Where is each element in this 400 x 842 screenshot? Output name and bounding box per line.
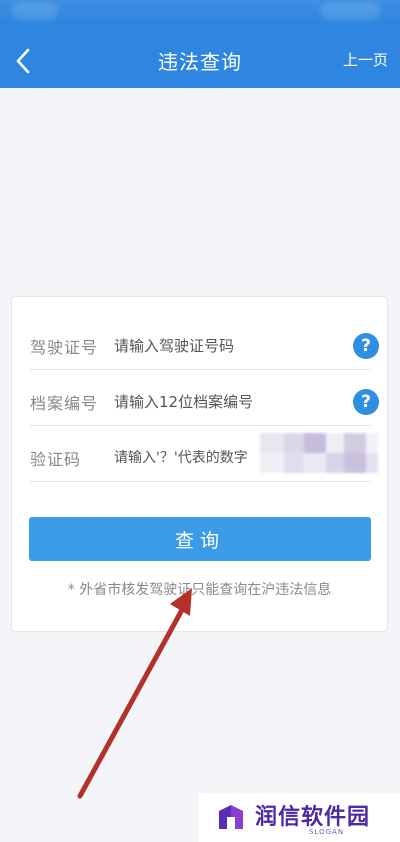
brand-logo-icon (219, 805, 243, 829)
watermark-slogan: SLOGAN (309, 828, 345, 836)
file-number-row: 档案编号 ? (30, 369, 379, 426)
prev-page-link[interactable]: 上一页 (343, 49, 388, 70)
page-title: 违法查询 (158, 50, 242, 74)
captcha-row: 验证码 (30, 425, 378, 482)
watermark: 润信软件园 SLOGAN (199, 793, 400, 842)
captcha-label: 验证码 (30, 450, 82, 469)
query-note: * 外省市核发驾驶证只能查询在沪违法信息 (67, 582, 332, 598)
status-bar-blur (12, 2, 58, 20)
status-bar (0, 0, 400, 22)
question-circle-icon[interactable]: ? (353, 389, 379, 415)
question-circle-icon[interactable]: ? (353, 333, 379, 359)
license-number-label: 驾驶证号 (30, 338, 99, 357)
query-button[interactable]: 查询 (29, 517, 371, 561)
captcha-input[interactable] (114, 450, 274, 466)
query-form-card: 驾驶证号 ? 档案编号 ? 验证码 查询 * 外省市核发驾驶证只能查询在沪违法信… (11, 296, 388, 632)
captcha-image[interactable] (260, 433, 378, 473)
status-bar-blur (320, 2, 380, 20)
license-number-row: 驾驶证号 ? (30, 313, 379, 370)
license-number-input[interactable] (114, 337, 334, 355)
app-header: 违法查询 上一页 (0, 0, 400, 88)
file-number-label: 档案编号 (30, 394, 99, 413)
watermark-text: 润信软件园 (255, 805, 371, 830)
file-number-input[interactable] (114, 393, 334, 411)
